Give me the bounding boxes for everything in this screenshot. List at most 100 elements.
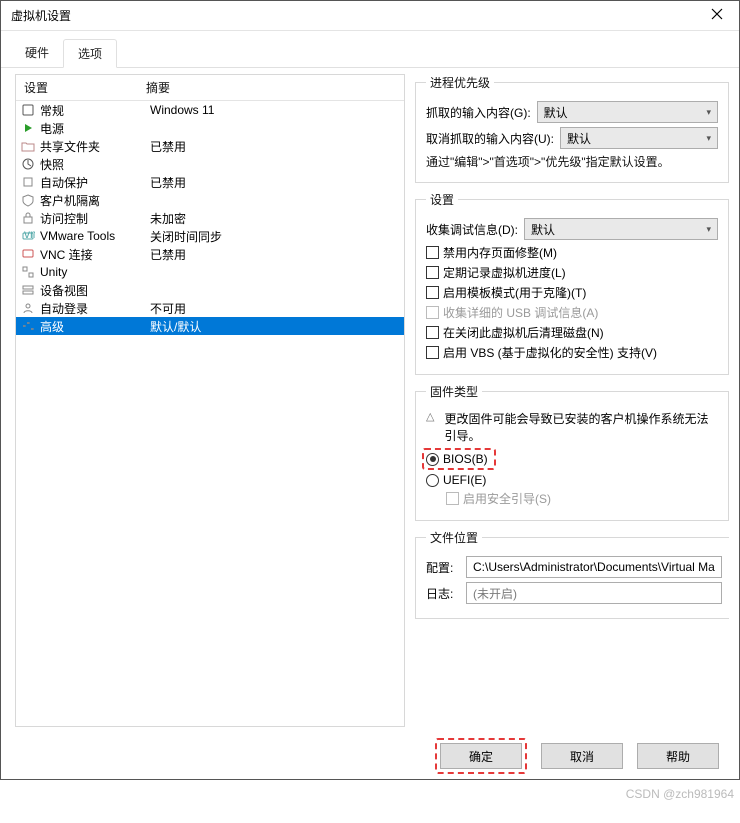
group-settings: 设置 收集调试信息(D): 默认 ▾ 禁用内存页面修整(M) 定期记录虚拟机进度…: [415, 191, 729, 375]
debug-value: 默认: [531, 221, 555, 238]
list-item[interactable]: 设备视图: [16, 281, 404, 299]
ck-usb-label: 收集详细的 USB 调试信息(A): [443, 304, 598, 321]
log-label: 日志:: [426, 585, 460, 602]
list-header: 设置 摘要: [16, 75, 404, 101]
uefi-label: UEFI(E): [443, 473, 486, 487]
col-device-header: 设置: [16, 79, 146, 96]
close-button[interactable]: [695, 1, 739, 31]
ck-log-label: 定期记录虚拟机进度(L): [443, 264, 566, 281]
checkbox-clean[interactable]: [426, 326, 439, 339]
ck-vbs-label: 启用 VBS (基于虚拟化的安全性) 支持(V): [443, 344, 657, 361]
window-title: 虚拟机设置: [11, 7, 71, 24]
config-label: 配置:: [426, 559, 460, 576]
checkbox-tpl[interactable]: [426, 286, 439, 299]
unity-icon: [20, 264, 36, 280]
devview-icon: [20, 282, 36, 298]
list-item-name: VMware Tools: [40, 229, 150, 243]
settings-list: 设置 摘要 常规Windows 11电源共享文件夹已禁用快照自动保护已禁用客户机…: [15, 74, 405, 727]
vmtools-icon: vm: [20, 228, 36, 244]
close-icon: [711, 8, 723, 23]
col-summary-header: 摘要: [146, 79, 404, 96]
list-item-summary: 已禁用: [150, 246, 400, 263]
grab-value: 默认: [544, 104, 568, 121]
list-item-summary: Windows 11: [150, 103, 400, 117]
general-icon: [20, 102, 36, 118]
watermark: CSDN @zch981964: [626, 787, 734, 801]
help-button[interactable]: 帮助: [637, 743, 719, 769]
warning-icon: △: [426, 410, 434, 423]
right-panel: 进程优先级 抓取的输入内容(G): 默认 ▾ 取消抓取的输入内容(U): 默认 …: [415, 74, 729, 727]
vnc-icon: [20, 246, 36, 262]
list-item-name: 电源: [40, 120, 150, 137]
tab-hardware[interactable]: 硬件: [11, 39, 63, 67]
checkbox-log[interactable]: [426, 266, 439, 279]
isolation-icon: [20, 192, 36, 208]
checkbox-mem[interactable]: [426, 246, 439, 259]
legend-file-location: 文件位置: [426, 529, 482, 546]
list-item-summary: 默认/默认: [150, 318, 400, 335]
content-area: 设置 摘要 常规Windows 11电源共享文件夹已禁用快照自动保护已禁用客户机…: [1, 68, 739, 733]
secure-label: 启用安全引导(S): [463, 490, 551, 507]
list-item[interactable]: 高级默认/默认: [16, 317, 404, 335]
list-item-name: 常规: [40, 102, 150, 119]
list-item-summary: 关闭时间同步: [150, 228, 400, 245]
ck-mem-label: 禁用内存页面修整(M): [443, 244, 557, 261]
ok-button[interactable]: 确定: [440, 743, 522, 769]
checkbox-usb: [426, 306, 439, 319]
checkbox-vbs[interactable]: [426, 346, 439, 359]
grab-select[interactable]: 默认 ▾: [537, 101, 718, 123]
vm-settings-dialog: 虚拟机设置 硬件 选项 设置 摘要 常规Windows 11电源共享文件夹已禁用…: [0, 0, 740, 780]
list-item[interactable]: 自动登录不可用: [16, 299, 404, 317]
folder-icon: [20, 138, 36, 154]
priority-hint: 通过"编辑">"首选项">"优先级"指定默认设置。: [426, 153, 718, 170]
list-item[interactable]: Unity: [16, 263, 404, 281]
grab-label: 抓取的输入内容(G):: [426, 104, 531, 121]
power-icon: [20, 120, 36, 136]
list-item-name: 高级: [40, 318, 150, 335]
ck-tpl-label: 启用模板模式(用于克隆)(T): [443, 284, 586, 301]
list-item[interactable]: 快照: [16, 155, 404, 173]
list-item[interactable]: 电源: [16, 119, 404, 137]
list-item-summary: 已禁用: [150, 138, 400, 155]
list-item[interactable]: 访问控制未加密: [16, 209, 404, 227]
group-process-priority: 进程优先级 抓取的输入内容(G): 默认 ▾ 取消抓取的输入内容(U): 默认 …: [415, 74, 729, 183]
list-item-name: Unity: [40, 265, 150, 279]
legend-firmware: 固件类型: [426, 383, 482, 400]
radio-uefi[interactable]: [426, 474, 439, 487]
legend-settings: 设置: [426, 191, 458, 208]
chevron-down-icon: ▾: [706, 107, 711, 118]
log-path-input: (未开启): [466, 582, 722, 604]
checkbox-secure-boot: [446, 492, 459, 505]
list-item-name: 访问控制: [40, 210, 150, 227]
list-item[interactable]: 常规Windows 11: [16, 101, 404, 119]
tab-options[interactable]: 选项: [63, 39, 117, 68]
titlebar: 虚拟机设置: [1, 1, 739, 31]
list-item-name: 客户机隔离: [40, 192, 150, 209]
config-path-input[interactable]: C:\Users\Administrator\Documents\Virtual…: [466, 556, 722, 578]
list-item-summary: 未加密: [150, 210, 400, 227]
list-item[interactable]: 共享文件夹已禁用: [16, 137, 404, 155]
list-item-name: 快照: [40, 156, 150, 173]
bios-highlight: BIOS(B): [422, 448, 496, 470]
cancel-button[interactable]: 取消: [541, 743, 623, 769]
bios-label: BIOS(B): [443, 452, 488, 466]
list-item[interactable]: vm VMware Tools关闭时间同步: [16, 227, 404, 245]
chevron-down-icon: ▾: [706, 133, 711, 144]
list-item-summary: 已禁用: [150, 174, 400, 191]
list-item[interactable]: 自动保护已禁用: [16, 173, 404, 191]
autoprot-icon: [20, 174, 36, 190]
radio-bios[interactable]: [426, 453, 439, 466]
debug-select[interactable]: 默认 ▾: [524, 218, 718, 240]
snapshot-icon: [20, 156, 36, 172]
dialog-buttons: 确定 取消 帮助: [1, 733, 739, 779]
list-item-name: 共享文件夹: [40, 138, 150, 155]
legend-priority: 进程优先级: [426, 74, 494, 91]
list-item-summary: 不可用: [150, 300, 400, 317]
list-item[interactable]: VNC 连接已禁用: [16, 245, 404, 263]
group-file-location: 文件位置 配置: C:\Users\Administrator\Document…: [415, 529, 729, 619]
firmware-warning: 更改固件可能会导致已安装的客户机操作系统无法引导。: [444, 410, 718, 444]
advanced-icon: [20, 318, 36, 334]
access-icon: [20, 210, 36, 226]
list-item[interactable]: 客户机隔离: [16, 191, 404, 209]
ungrab-select[interactable]: 默认 ▾: [560, 127, 718, 149]
